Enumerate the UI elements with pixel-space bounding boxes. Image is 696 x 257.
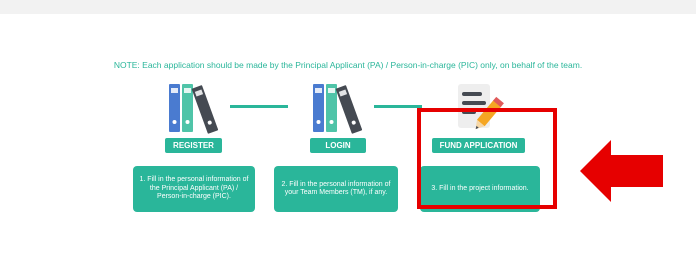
highlight-box [417, 108, 557, 209]
top-bar [0, 0, 696, 14]
step-connector-2 [374, 105, 422, 108]
register-button[interactable]: REGISTER [165, 138, 222, 153]
step-connector-1 [230, 105, 288, 108]
step-1-description: 1. Fill in the personal information of t… [133, 166, 255, 212]
login-button[interactable]: LOGIN [310, 138, 366, 153]
red-arrow-icon [580, 140, 663, 202]
step-2-description: 2. Fill in the personal information of y… [274, 166, 398, 212]
folders-icon [169, 84, 219, 134]
note-text: NOTE: Each application should be made by… [113, 60, 583, 70]
folders-icon [313, 84, 363, 134]
